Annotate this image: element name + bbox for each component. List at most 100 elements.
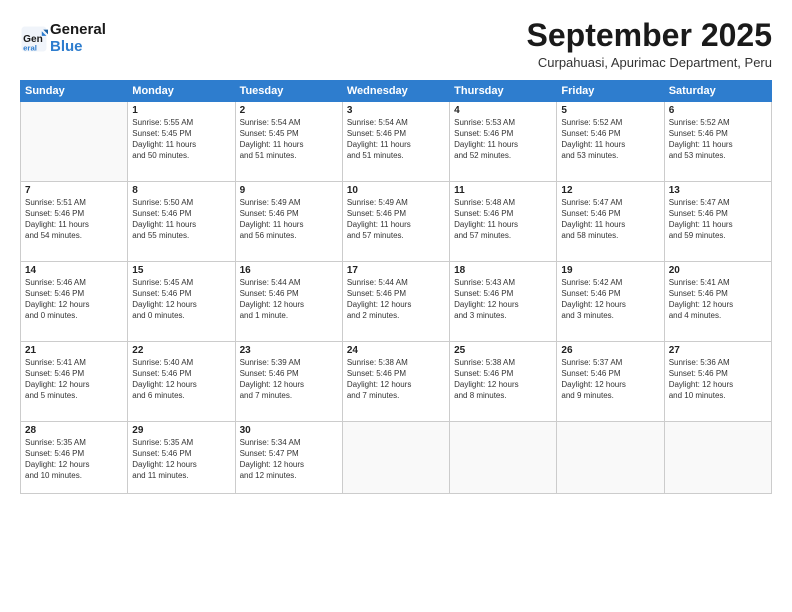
calendar-cell: 16 Sunrise: 5:44 AM Sunset: 5:46 PM Dayli… — [235, 262, 342, 342]
day-info: Sunrise: 5:35 AM Sunset: 5:46 PM Dayligh… — [132, 438, 230, 481]
calendar-table: SundayMondayTuesdayWednesdayThursdayFrid… — [20, 80, 772, 494]
day-info: Sunrise: 5:52 AM Sunset: 5:46 PM Dayligh… — [669, 118, 767, 161]
col-header-friday: Friday — [557, 81, 664, 102]
day-info: Sunrise: 5:45 AM Sunset: 5:46 PM Dayligh… — [132, 278, 230, 321]
day-number: 22 — [132, 345, 230, 356]
day-number: 19 — [561, 265, 659, 276]
col-header-monday: Monday — [128, 81, 235, 102]
col-header-tuesday: Tuesday — [235, 81, 342, 102]
calendar-cell: 25 Sunrise: 5:38 AM Sunset: 5:46 PM Dayli… — [450, 342, 557, 422]
logo-line2: Blue — [50, 39, 106, 56]
calendar-cell: 24 Sunrise: 5:38 AM Sunset: 5:46 PM Dayli… — [342, 342, 449, 422]
day-info: Sunrise: 5:41 AM Sunset: 5:46 PM Dayligh… — [669, 278, 767, 321]
day-number: 29 — [132, 425, 230, 436]
calendar-cell: 12 Sunrise: 5:47 AM Sunset: 5:46 PM Dayli… — [557, 182, 664, 262]
logo-icon: Gen eral — [20, 25, 48, 53]
day-number: 25 — [454, 345, 552, 356]
calendar-cell: 15 Sunrise: 5:45 AM Sunset: 5:46 PM Dayli… — [128, 262, 235, 342]
day-info: Sunrise: 5:41 AM Sunset: 5:46 PM Dayligh… — [25, 358, 123, 401]
week-row-5: 28 Sunrise: 5:35 AM Sunset: 5:46 PM Dayli… — [21, 422, 772, 494]
day-info: Sunrise: 5:55 AM Sunset: 5:45 PM Dayligh… — [132, 118, 230, 161]
day-number: 20 — [669, 265, 767, 276]
day-info: Sunrise: 5:46 AM Sunset: 5:46 PM Dayligh… — [25, 278, 123, 321]
day-info: Sunrise: 5:50 AM Sunset: 5:46 PM Dayligh… — [132, 198, 230, 241]
calendar-cell: 23 Sunrise: 5:39 AM Sunset: 5:46 PM Dayli… — [235, 342, 342, 422]
day-number: 1 — [132, 105, 230, 116]
svg-text:eral: eral — [23, 43, 37, 52]
col-header-saturday: Saturday — [664, 81, 771, 102]
day-info: Sunrise: 5:43 AM Sunset: 5:46 PM Dayligh… — [454, 278, 552, 321]
calendar-cell: 22 Sunrise: 5:40 AM Sunset: 5:46 PM Dayli… — [128, 342, 235, 422]
day-number: 9 — [240, 185, 338, 196]
calendar-cell: 26 Sunrise: 5:37 AM Sunset: 5:46 PM Dayli… — [557, 342, 664, 422]
day-number: 26 — [561, 345, 659, 356]
calendar-cell — [450, 422, 557, 494]
calendar-cell: 1 Sunrise: 5:55 AM Sunset: 5:45 PM Daylig… — [128, 102, 235, 182]
day-info: Sunrise: 5:35 AM Sunset: 5:46 PM Dayligh… — [25, 438, 123, 481]
week-row-2: 7Sunrise: 5:51 AM Sunset: 5:46 PM Daylig… — [21, 182, 772, 262]
col-header-sunday: Sunday — [21, 81, 128, 102]
day-info: Sunrise: 5:37 AM Sunset: 5:46 PM Dayligh… — [561, 358, 659, 401]
calendar-cell — [21, 102, 128, 182]
calendar-cell: 5Sunrise: 5:52 AM Sunset: 5:46 PM Daylig… — [557, 102, 664, 182]
calendar-cell: 14 Sunrise: 5:46 AM Sunset: 5:46 PM Dayli… — [21, 262, 128, 342]
day-number: 4 — [454, 105, 552, 116]
day-number: 28 — [25, 425, 123, 436]
day-info: Sunrise: 5:49 AM Sunset: 5:46 PM Dayligh… — [240, 198, 338, 241]
month-title: September 2025 — [527, 18, 772, 53]
col-header-wednesday: Wednesday — [342, 81, 449, 102]
day-info: Sunrise: 5:42 AM Sunset: 5:46 PM Dayligh… — [561, 278, 659, 321]
calendar-cell: 29 Sunrise: 5:35 AM Sunset: 5:46 PM Dayli… — [128, 422, 235, 494]
day-info: Sunrise: 5:38 AM Sunset: 5:46 PM Dayligh… — [454, 358, 552, 401]
day-info: Sunrise: 5:44 AM Sunset: 5:46 PM Dayligh… — [240, 278, 338, 321]
day-number: 16 — [240, 265, 338, 276]
day-info: Sunrise: 5:54 AM Sunset: 5:46 PM Dayligh… — [347, 118, 445, 161]
day-info: Sunrise: 5:39 AM Sunset: 5:46 PM Dayligh… — [240, 358, 338, 401]
logo-line1: General — [50, 22, 106, 39]
day-number: 14 — [25, 265, 123, 276]
week-row-4: 21 Sunrise: 5:41 AM Sunset: 5:46 PM Dayli… — [21, 342, 772, 422]
calendar-cell — [342, 422, 449, 494]
day-info: Sunrise: 5:47 AM Sunset: 5:46 PM Dayligh… — [561, 198, 659, 241]
day-info: Sunrise: 5:38 AM Sunset: 5:46 PM Dayligh… — [347, 358, 445, 401]
logo: Gen eral General Blue — [20, 22, 106, 55]
calendar-cell: 11 Sunrise: 5:48 AM Sunset: 5:46 PM Dayli… — [450, 182, 557, 262]
day-number: 23 — [240, 345, 338, 356]
calendar-cell: 9 Sunrise: 5:49 AM Sunset: 5:46 PM Daylig… — [235, 182, 342, 262]
day-number: 11 — [454, 185, 552, 196]
header-row: SundayMondayTuesdayWednesdayThursdayFrid… — [21, 81, 772, 102]
day-info: Sunrise: 5:49 AM Sunset: 5:46 PM Dayligh… — [347, 198, 445, 241]
calendar-cell — [557, 422, 664, 494]
week-row-1: 1 Sunrise: 5:55 AM Sunset: 5:45 PM Daylig… — [21, 102, 772, 182]
day-info: Sunrise: 5:48 AM Sunset: 5:46 PM Dayligh… — [454, 198, 552, 241]
calendar-cell: 17Sunrise: 5:44 AM Sunset: 5:46 PM Dayli… — [342, 262, 449, 342]
day-info: Sunrise: 5:44 AM Sunset: 5:46 PM Dayligh… — [347, 278, 445, 321]
day-number: 8 — [132, 185, 230, 196]
day-info: Sunrise: 5:54 AM Sunset: 5:45 PM Dayligh… — [240, 118, 338, 161]
day-number: 13 — [669, 185, 767, 196]
day-number: 21 — [25, 345, 123, 356]
week-row-3: 14 Sunrise: 5:46 AM Sunset: 5:46 PM Dayli… — [21, 262, 772, 342]
day-number: 24 — [347, 345, 445, 356]
calendar-cell: 6Sunrise: 5:52 AM Sunset: 5:46 PM Daylig… — [664, 102, 771, 182]
calendar-cell: 7Sunrise: 5:51 AM Sunset: 5:46 PM Daylig… — [21, 182, 128, 262]
title-block: September 2025 Curpahuasi, Apurimac Depa… — [527, 18, 772, 70]
day-number: 15 — [132, 265, 230, 276]
day-number: 10 — [347, 185, 445, 196]
day-number: 18 — [454, 265, 552, 276]
calendar-cell: 19 Sunrise: 5:42 AM Sunset: 5:46 PM Dayli… — [557, 262, 664, 342]
day-info: Sunrise: 5:53 AM Sunset: 5:46 PM Dayligh… — [454, 118, 552, 161]
calendar-cell: 10 Sunrise: 5:49 AM Sunset: 5:46 PM Dayli… — [342, 182, 449, 262]
day-number: 30 — [240, 425, 338, 436]
calendar-cell: 13 Sunrise: 5:47 AM Sunset: 5:46 PM Dayli… — [664, 182, 771, 262]
day-info: Sunrise: 5:52 AM Sunset: 5:46 PM Dayligh… — [561, 118, 659, 161]
calendar-cell: 21 Sunrise: 5:41 AM Sunset: 5:46 PM Dayli… — [21, 342, 128, 422]
calendar-cell: 3Sunrise: 5:54 AM Sunset: 5:46 PM Daylig… — [342, 102, 449, 182]
day-info: Sunrise: 5:40 AM Sunset: 5:46 PM Dayligh… — [132, 358, 230, 401]
day-number: 7 — [25, 185, 123, 196]
location-subtitle: Curpahuasi, Apurimac Department, Peru — [527, 55, 772, 70]
day-number: 12 — [561, 185, 659, 196]
day-info: Sunrise: 5:47 AM Sunset: 5:46 PM Dayligh… — [669, 198, 767, 241]
calendar-cell — [664, 422, 771, 494]
calendar-cell: 20 Sunrise: 5:41 AM Sunset: 5:46 PM Dayli… — [664, 262, 771, 342]
